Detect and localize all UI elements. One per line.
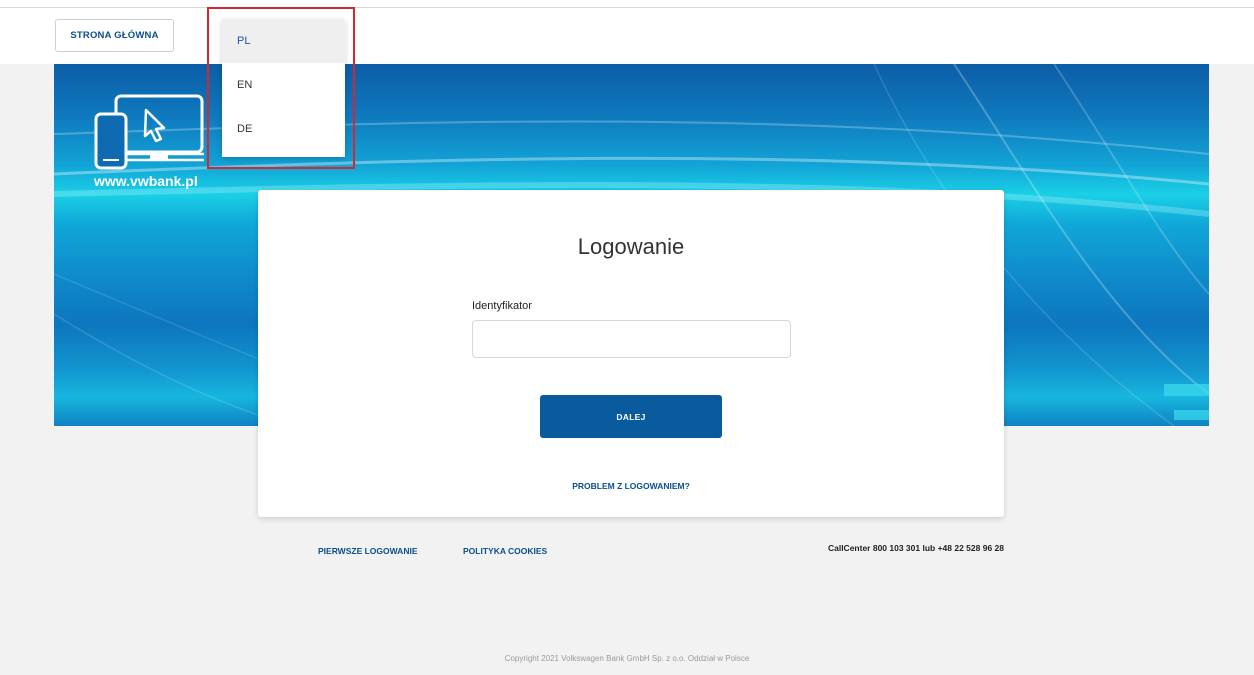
login-problem-link[interactable]: PROBLEM Z LOGOWANIEM? [258, 481, 1004, 491]
identifier-label: Identyfikator [472, 300, 532, 312]
devices-logo-icon [94, 94, 204, 170]
identifier-input[interactable] [472, 320, 791, 358]
lang-option-pl[interactable]: PL [222, 19, 345, 63]
lang-option-en[interactable]: EN [222, 63, 345, 107]
copyright-text: Copyright 2021 Volkswagen Bank GmbH Sp. … [504, 654, 750, 663]
login-card: Logowanie Identyfikator DALEJ PROBLEM Z … [258, 190, 1004, 517]
top-divider [0, 7, 1254, 8]
cookie-policy-link[interactable]: POLITYKA COOKIES [463, 546, 547, 556]
login-title: Logowanie [577, 234, 685, 259]
language-dropdown: PL EN DE [222, 19, 345, 157]
lang-option-de[interactable]: DE [222, 107, 345, 151]
home-button[interactable]: STRONA GŁÓWNA [55, 19, 174, 52]
top-bar [0, 0, 1254, 64]
vwbank-url-logo-text: www.vwbank.pl [94, 173, 198, 189]
first-login-link[interactable]: PIERWSZE LOGOWANIE [318, 546, 418, 556]
next-button[interactable]: DALEJ [540, 395, 722, 438]
callcenter-info: CallCenter 800 103 301 lub +48 22 528 96… [827, 543, 1004, 553]
